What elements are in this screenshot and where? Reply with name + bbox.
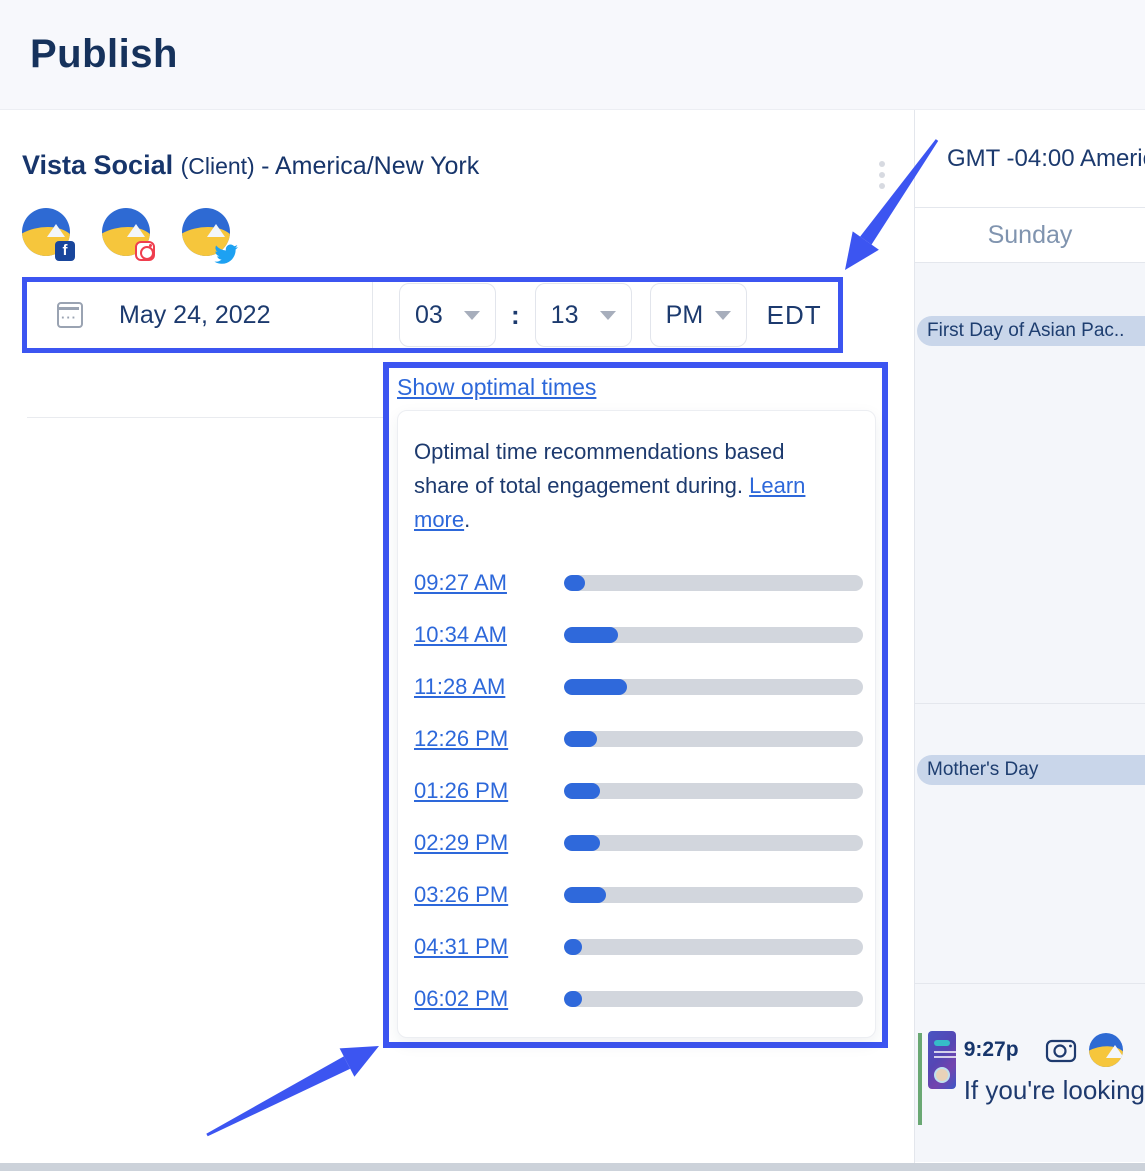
engagement-bar — [564, 627, 863, 643]
engagement-bar — [564, 991, 863, 1007]
engagement-bar — [564, 575, 863, 591]
page-header: Publish — [0, 0, 1145, 110]
connected-accounts: f — [22, 208, 230, 256]
profile-group-name: Vista Social — [22, 150, 181, 180]
optimal-times-popup: Show optimal times Optimal time recommen… — [383, 362, 888, 1048]
engagement-bar — [564, 731, 863, 747]
optimal-times-list: 09:27 AM 10:34 AM 11:28 AM 12:26 PM — [414, 557, 863, 1025]
vista-social-logo-icon — [1089, 1033, 1123, 1067]
scheduled-post-preview[interactable]: 9:27p If you're looking — [918, 1031, 1145, 1125]
calendar-cell[interactable]: First Day of Asian Pac.. — [915, 263, 1145, 703]
engagement-bar — [564, 939, 863, 955]
twitter-icon — [214, 243, 238, 264]
schedule-datetime-picker: May 24, 2022 03 : 13 PM EDT — [22, 277, 843, 353]
chevron-down-icon — [715, 311, 731, 320]
post-thumbnail — [928, 1031, 956, 1089]
instagram-icon — [135, 241, 155, 261]
time-option-link[interactable]: 12:26 PM — [414, 726, 564, 752]
time-colon: : — [511, 300, 520, 331]
time-option-link[interactable]: 10:34 AM — [414, 622, 564, 648]
engagement-bar — [564, 887, 863, 903]
optimal-time-row: 11:28 AM — [414, 661, 863, 713]
account-avatar-facebook[interactable]: f — [22, 208, 70, 256]
post-time: 9:27p — [964, 1038, 1019, 1062]
minute-select[interactable]: 13 — [535, 283, 632, 347]
show-optimal-times-link[interactable]: Show optimal times — [397, 374, 596, 401]
optimal-times-description: Optimal time recommendations based share… — [414, 435, 863, 537]
optimal-time-row: 04:31 PM — [414, 921, 863, 973]
optimal-time-row: 12:26 PM — [414, 713, 863, 765]
main-area: Vista Social (Client) - America/New York… — [0, 110, 1145, 1163]
hour-select[interactable]: 03 — [399, 283, 496, 347]
timezone-abbr: EDT — [767, 300, 822, 331]
calendar-event[interactable]: Mother's Day — [917, 755, 1145, 785]
time-option-link[interactable]: 02:29 PM — [414, 830, 564, 856]
camera-icon — [1045, 1037, 1077, 1063]
calendar-cell[interactable]: Mother's Day — [915, 703, 1145, 983]
optimal-time-row: 02:29 PM — [414, 817, 863, 869]
optimal-time-row: 10:34 AM — [414, 609, 863, 661]
page-title: Publish — [30, 32, 178, 77]
engagement-bar — [564, 783, 863, 799]
calendar-cell[interactable]: 9:27p If you're looking — [915, 983, 1145, 1162]
facebook-icon: f — [55, 241, 75, 261]
engagement-bar — [564, 835, 863, 851]
time-option-link[interactable]: 06:02 PM — [414, 986, 564, 1012]
optimal-time-row: 03:26 PM — [414, 869, 863, 921]
optimal-times-card: Optimal time recommendations based share… — [397, 410, 876, 1038]
date-value: May 24, 2022 — [119, 301, 271, 330]
chevron-down-icon — [464, 311, 480, 320]
post-summary: 9:27p If you're looking — [964, 1031, 1145, 1125]
time-option-link[interactable]: 11:28 AM — [414, 674, 564, 700]
calendar-event[interactable]: First Day of Asian Pac.. — [917, 316, 1145, 346]
profile-group-title: Vista Social (Client) - America/New York — [22, 150, 479, 181]
calendar-timezone-header: GMT -04:00 America/New York — [915, 110, 1145, 207]
date-input[interactable]: May 24, 2022 — [27, 282, 373, 348]
calendar-panel: GMT -04:00 America/New York Sunday First… — [915, 110, 1145, 1163]
calendar-icon — [57, 302, 83, 328]
post-caption: If you're looking — [964, 1075, 1145, 1106]
composer-panel: Vista Social (Client) - America/New York… — [0, 110, 915, 1163]
engagement-bar — [564, 679, 863, 695]
optimal-time-row: 01:26 PM — [414, 765, 863, 817]
meridiem-select[interactable]: PM — [650, 283, 747, 347]
divider — [27, 417, 383, 418]
time-option-link[interactable]: 09:27 AM — [414, 570, 564, 596]
time-option-link[interactable]: 01:26 PM — [414, 778, 564, 804]
time-inputs: 03 : 13 PM EDT — [399, 282, 822, 348]
chevron-down-icon — [600, 311, 616, 320]
optimal-time-row: 09:27 AM — [414, 557, 863, 609]
post-status-bar — [918, 1033, 922, 1125]
optimal-time-row: 06:02 PM — [414, 973, 863, 1025]
profile-group-timezone: - America/New York — [261, 152, 479, 180]
calendar-day-header: Sunday — [915, 207, 1145, 263]
bottom-band — [0, 1163, 1145, 1171]
time-option-link[interactable]: 03:26 PM — [414, 882, 564, 908]
account-avatar-twitter[interactable] — [182, 208, 230, 256]
account-avatar-instagram[interactable] — [102, 208, 150, 256]
more-options-icon[interactable] — [872, 156, 892, 198]
time-option-link[interactable]: 04:31 PM — [414, 934, 564, 960]
profile-group-type: (Client) — [181, 153, 262, 179]
